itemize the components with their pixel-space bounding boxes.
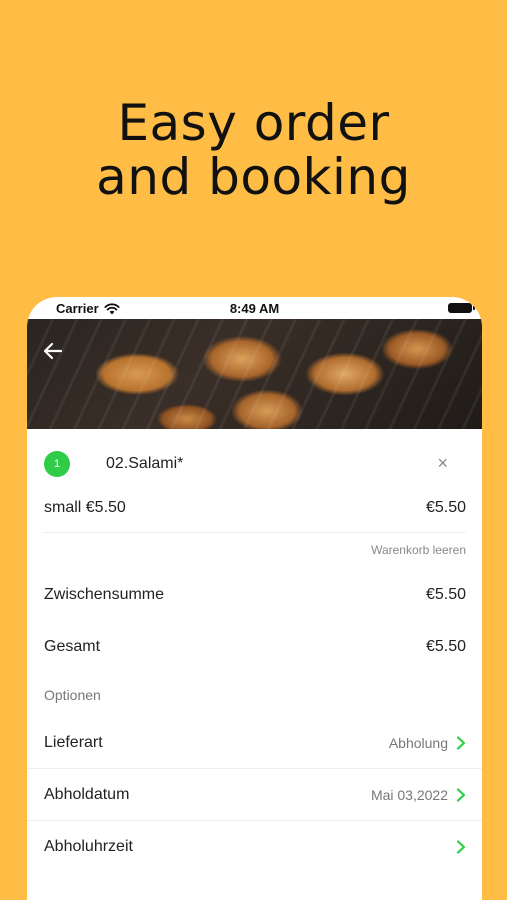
quantity-badge: 1 bbox=[44, 451, 70, 477]
option-value-wrap: Abholung bbox=[389, 735, 466, 751]
option-value-wrap: Mai 03,2022 bbox=[371, 787, 466, 803]
size-label: small €5.50 bbox=[44, 499, 126, 516]
item-name: 02.Salami* bbox=[106, 455, 184, 472]
size-row: small €5.50 €5.50 bbox=[44, 499, 466, 533]
arrow-left-icon[interactable] bbox=[41, 339, 65, 363]
battery-icon bbox=[448, 303, 475, 313]
chevron-right-icon bbox=[456, 735, 466, 750]
phone-screen: Carrier 8:49 AM 1 02.Salami* × small €5.… bbox=[27, 297, 482, 900]
total-value: €5.50 bbox=[425, 638, 466, 655]
option-value-wrap bbox=[448, 840, 466, 854]
hero-image bbox=[27, 319, 482, 429]
option-label: Abholuhrzeit bbox=[44, 838, 133, 855]
cart-content: 1 02.Salami* × small €5.50 €5.50 Warenko… bbox=[27, 429, 482, 873]
option-row-delivery-type[interactable]: Lieferart Abholung bbox=[27, 717, 482, 769]
option-label: Abholdatum bbox=[44, 785, 130, 803]
option-value: Mai 03,2022 bbox=[370, 786, 448, 803]
subtotal-value: €5.50 bbox=[425, 586, 466, 603]
option-row-pickup-date[interactable]: Abholdatum Mai 03,2022 bbox=[27, 769, 482, 821]
chevron-right-icon bbox=[456, 787, 466, 802]
headline-line-1: Easy order bbox=[117, 94, 390, 152]
option-row-pickup-time[interactable]: Abholuhrzeit bbox=[27, 821, 482, 873]
headline: Easy order and booking bbox=[0, 96, 507, 204]
headline-line-2: and booking bbox=[96, 148, 411, 206]
status-time: 8:49 AM bbox=[229, 301, 280, 316]
close-icon[interactable]: × bbox=[437, 453, 448, 474]
total-row: Gesamt €5.50 bbox=[44, 621, 466, 673]
options-section-label: Optionen bbox=[44, 687, 101, 703]
option-value: Abholung bbox=[388, 734, 448, 751]
status-bar: Carrier 8:49 AM bbox=[27, 297, 482, 319]
chevron-right-icon bbox=[456, 840, 466, 854]
total-label: Gesamt bbox=[44, 638, 101, 655]
clear-cart-link[interactable]: Warenkorb leeren bbox=[44, 543, 466, 569]
option-label: Lieferart bbox=[44, 733, 103, 751]
cart-item: 1 02.Salami* × bbox=[44, 429, 466, 499]
subtotal-row: Zwischensumme €5.50 bbox=[44, 569, 466, 621]
size-price: €5.50 bbox=[425, 499, 466, 516]
subtotal-label: Zwischensumme bbox=[44, 586, 165, 603]
